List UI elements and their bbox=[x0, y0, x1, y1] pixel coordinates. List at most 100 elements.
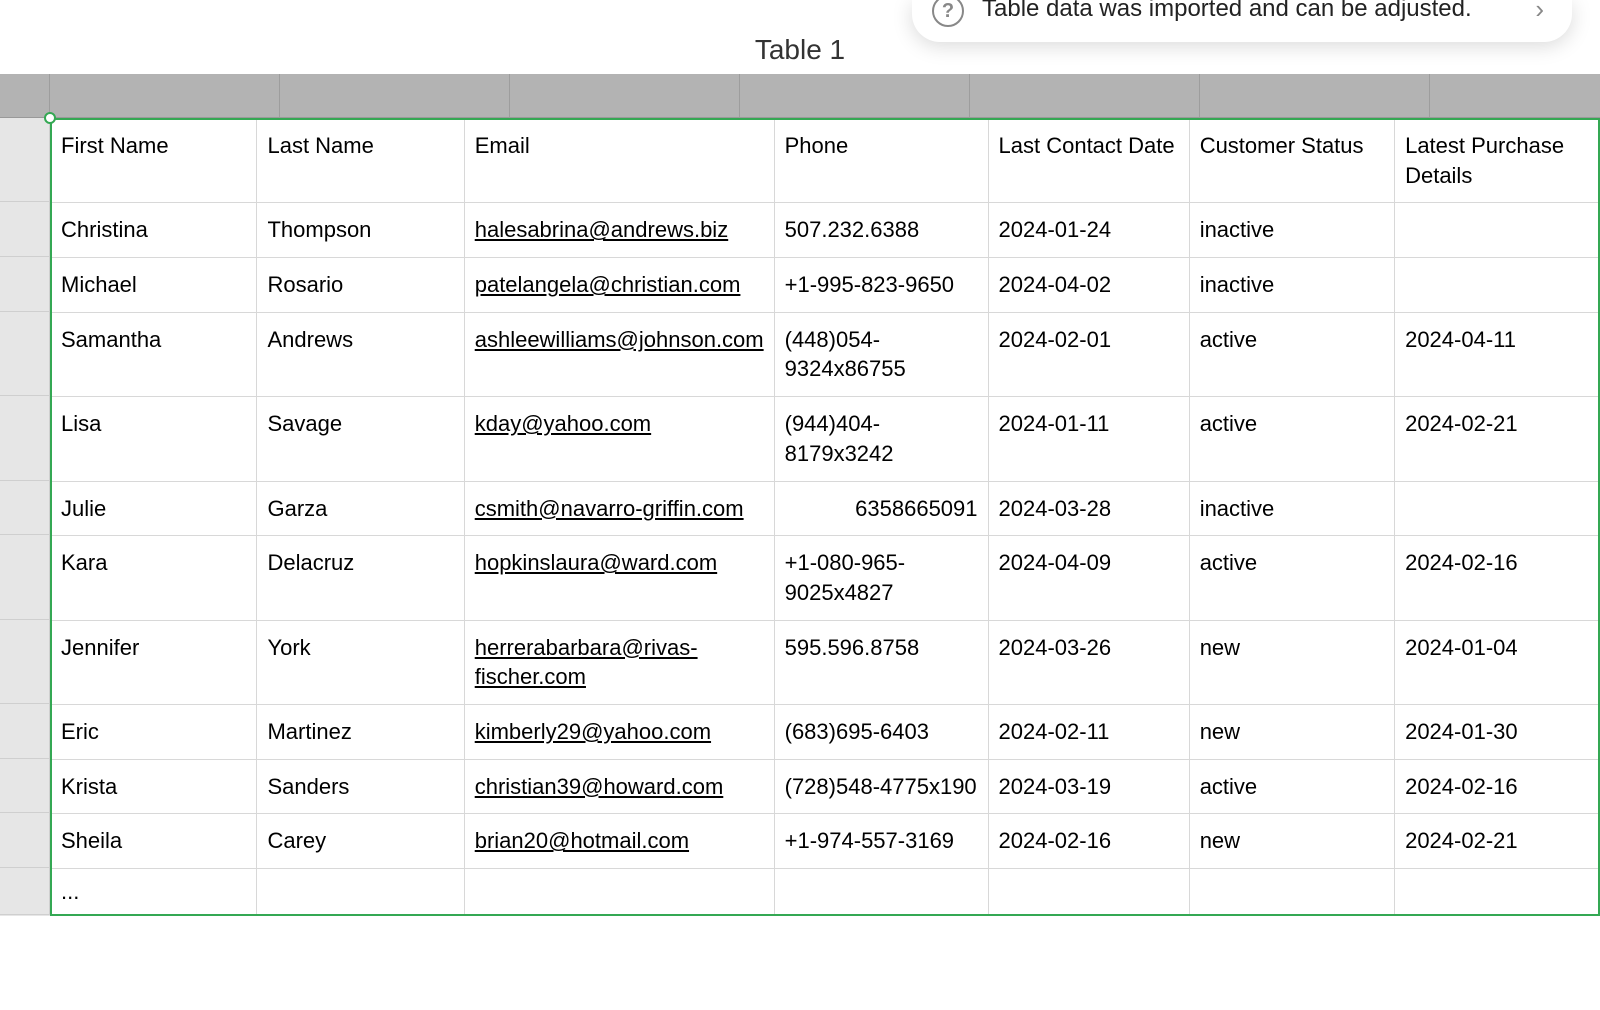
header-cell-last_contact[interactable]: Last Contact Date bbox=[988, 119, 1189, 203]
cell-first_name[interactable]: Samantha bbox=[51, 312, 257, 396]
row-header[interactable] bbox=[0, 202, 50, 257]
header-cell-status[interactable]: Customer Status bbox=[1189, 119, 1394, 203]
cell-status[interactable]: active bbox=[1189, 397, 1394, 481]
cell-phone[interactable]: (448)054-9324x86755 bbox=[774, 312, 988, 396]
row-header[interactable] bbox=[0, 312, 50, 396]
cell-last_name[interactable]: Garza bbox=[257, 481, 464, 536]
cell-first_name[interactable]: Julie bbox=[51, 481, 257, 536]
table-row[interactable]: LisaSavage kday@yahoo.com (944)404-8179x32… bbox=[51, 397, 1600, 481]
ellipsis-cell[interactable] bbox=[774, 869, 988, 916]
cell-latest_purchase[interactable] bbox=[1395, 203, 1600, 258]
row-header[interactable] bbox=[0, 813, 50, 868]
cell-last_name[interactable]: Delacruz bbox=[257, 536, 464, 620]
row-header[interactable] bbox=[0, 118, 50, 202]
cell-first_name[interactable]: Krista bbox=[51, 759, 257, 814]
corner-cell[interactable] bbox=[0, 74, 50, 117]
header-cell-email[interactable]: Email bbox=[464, 119, 774, 203]
email-link[interactable]: kimberly29@yahoo.com bbox=[475, 719, 711, 744]
cell-phone[interactable]: 6358665091 bbox=[774, 481, 988, 536]
import-notification[interactable]: ? Table data was imported and can be adj… bbox=[912, 0, 1572, 42]
table-row[interactable]: KaraDelacruzhopkinslaura@ward.com+1-080-… bbox=[51, 536, 1600, 620]
row-header[interactable] bbox=[0, 759, 50, 814]
row-header[interactable] bbox=[0, 868, 50, 915]
cell-phone[interactable]: 595.596.8758 bbox=[774, 620, 988, 704]
table-row[interactable]: MichaelRosariopatelangela@christian.com+… bbox=[51, 258, 1600, 313]
cell-phone[interactable]: +1-974-557-3169 bbox=[774, 814, 988, 869]
cell-last_name[interactable]: York bbox=[257, 620, 464, 704]
help-icon[interactable]: ? bbox=[932, 0, 964, 27]
cell-email[interactable]: ashleewilliams@johnson.com bbox=[464, 312, 774, 396]
cell-last_contact[interactable]: 2024-04-09 bbox=[988, 536, 1189, 620]
cell-status[interactable]: active bbox=[1189, 759, 1394, 814]
email-link[interactable]: halesabrina@andrews.biz bbox=[475, 217, 728, 242]
selection-handle[interactable] bbox=[44, 112, 56, 124]
cell-first_name[interactable]: Michael bbox=[51, 258, 257, 313]
cell-first_name[interactable]: Lisa bbox=[51, 397, 257, 481]
header-cell-latest_purchase[interactable]: Latest Purchase Details bbox=[1395, 119, 1600, 203]
email-link[interactable]: christian39@howard.com bbox=[475, 774, 724, 799]
cell-latest_purchase[interactable]: 2024-04-11 bbox=[1395, 312, 1600, 396]
cell-email[interactable]: kimberly29@yahoo.com bbox=[464, 704, 774, 759]
cell-phone[interactable]: +1-995-823-9650 bbox=[774, 258, 988, 313]
cell-email[interactable]: kday@yahoo.com bbox=[464, 397, 774, 481]
cell-latest_purchase[interactable]: 2024-01-30 bbox=[1395, 704, 1600, 759]
table-row[interactable]: KristaSanders christian39@howard.com (728)… bbox=[51, 759, 1600, 814]
row-header[interactable] bbox=[0, 481, 50, 536]
cell-email[interactable]: halesabrina@andrews.biz bbox=[464, 203, 774, 258]
cell-phone[interactable]: (683)695-6403 bbox=[774, 704, 988, 759]
cell-last_name[interactable]: Savage bbox=[257, 397, 464, 481]
cell-status[interactable]: inactive bbox=[1189, 258, 1394, 313]
col-header-g[interactable] bbox=[1430, 74, 1600, 117]
cell-phone[interactable]: 507.232.6388 bbox=[774, 203, 988, 258]
email-link[interactable]: herrerabarbara@rivas-fischer.com bbox=[475, 635, 698, 690]
cell-latest_purchase[interactable]: 2024-02-16 bbox=[1395, 536, 1600, 620]
cell-status[interactable]: new bbox=[1189, 814, 1394, 869]
email-link[interactable]: brian20@hotmail.com bbox=[475, 828, 689, 853]
email-link[interactable]: hopkinslaura@ward.com bbox=[475, 550, 717, 575]
cell-status[interactable]: inactive bbox=[1189, 203, 1394, 258]
cell-email[interactable]: patelangela@christian.com bbox=[464, 258, 774, 313]
ellipsis-cell[interactable]: ... bbox=[51, 869, 257, 916]
cell-first_name[interactable]: Sheila bbox=[51, 814, 257, 869]
col-header-e[interactable] bbox=[970, 74, 1200, 117]
chevron-right-icon[interactable]: › bbox=[1535, 0, 1544, 25]
cell-latest_purchase[interactable]: 2024-02-21 bbox=[1395, 814, 1600, 869]
col-header-d[interactable] bbox=[740, 74, 970, 117]
cell-last_contact[interactable]: 2024-02-01 bbox=[988, 312, 1189, 396]
cell-first_name[interactable]: Jennifer bbox=[51, 620, 257, 704]
email-link[interactable]: csmith@navarro-griffin.com bbox=[475, 496, 744, 521]
table-row[interactable]: ChristinaThompsonhalesabrina@andrews.biz… bbox=[51, 203, 1600, 258]
col-header-b[interactable] bbox=[280, 74, 510, 117]
ellipsis-cell[interactable] bbox=[988, 869, 1189, 916]
row-header[interactable] bbox=[0, 704, 50, 759]
col-header-f[interactable] bbox=[1200, 74, 1430, 117]
row-header[interactable] bbox=[0, 535, 50, 619]
header-cell-phone[interactable]: Phone bbox=[774, 119, 988, 203]
email-link[interactable]: ashleewilliams@johnson.com bbox=[475, 327, 764, 352]
cell-latest_purchase[interactable] bbox=[1395, 481, 1600, 536]
cell-last_name[interactable]: Martinez bbox=[257, 704, 464, 759]
cell-status[interactable]: inactive bbox=[1189, 481, 1394, 536]
row-header[interactable] bbox=[0, 257, 50, 312]
table-row[interactable]: EricMartinez kimberly29@yahoo.com (683)695… bbox=[51, 704, 1600, 759]
col-header-a[interactable] bbox=[50, 74, 280, 117]
cell-last_contact[interactable]: 2024-04-02 bbox=[988, 258, 1189, 313]
email-link[interactable]: kday@yahoo.com bbox=[475, 411, 651, 436]
cell-email[interactable]: csmith@navarro-griffin.com bbox=[464, 481, 774, 536]
cell-latest_purchase[interactable]: 2024-01-04 bbox=[1395, 620, 1600, 704]
data-table[interactable]: First NameLast NameEmailPhoneLast Contac… bbox=[50, 118, 1600, 916]
cell-first_name[interactable]: Kara bbox=[51, 536, 257, 620]
table-row[interactable]: SheilaCareybrian20@hotmail.com+1-974-557… bbox=[51, 814, 1600, 869]
header-cell-last_name[interactable]: Last Name bbox=[257, 119, 464, 203]
cell-first_name[interactable]: Eric bbox=[51, 704, 257, 759]
cell-status[interactable]: new bbox=[1189, 620, 1394, 704]
cell-email[interactable]: brian20@hotmail.com bbox=[464, 814, 774, 869]
cell-last_name[interactable]: Rosario bbox=[257, 258, 464, 313]
cell-latest_purchase[interactable]: 2024-02-21 bbox=[1395, 397, 1600, 481]
cell-phone[interactable]: (728)548-4775x190 bbox=[774, 759, 988, 814]
ellipsis-cell[interactable] bbox=[464, 869, 774, 916]
row-header[interactable] bbox=[0, 396, 50, 480]
cell-phone[interactable]: (944)404-8179x3242 bbox=[774, 397, 988, 481]
cell-last_name[interactable]: Sanders bbox=[257, 759, 464, 814]
cell-last_contact[interactable]: 2024-02-16 bbox=[988, 814, 1189, 869]
